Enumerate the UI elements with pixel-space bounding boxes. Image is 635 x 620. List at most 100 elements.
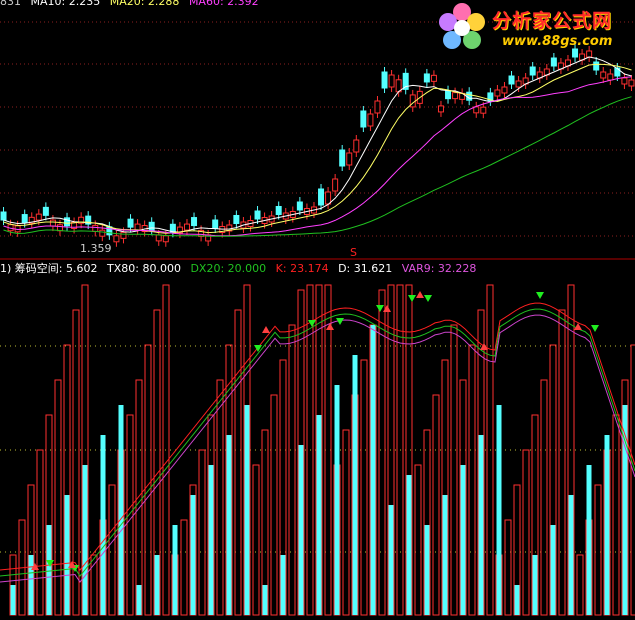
filled-bar [82,465,88,615]
candle-body [212,219,219,229]
candle-body [106,226,113,236]
outline-bar [288,324,296,616]
candle-body [92,224,99,232]
price-pane [0,21,635,260]
filled-bar [424,525,430,615]
filled-bar [460,465,466,615]
filled-bar [262,585,268,615]
site-logo[interactable]: 分析家公式网 www.88gs.com [432,0,635,56]
candle-body [550,57,557,67]
candle-body [49,219,56,227]
filled-bar [298,445,304,615]
flower-icon [439,3,485,49]
filled-bar [136,585,142,615]
filled-bar [28,555,34,615]
candle-body [515,80,522,88]
candle-body [607,73,614,81]
candle-body [113,235,120,243]
ma120-line [3,96,632,237]
logo-title: 分析家公式网 [492,10,613,32]
down-arrow-icon [536,292,544,299]
filled-bar [172,525,178,615]
candle-body [127,218,134,228]
candle-body [275,206,282,215]
candle-body [388,74,395,88]
outline-bar [198,449,206,616]
down-arrow-icon [424,295,432,302]
candle-body [508,75,515,85]
filled-bar [406,475,412,615]
filled-bar [586,465,592,615]
outline-bar [342,429,350,616]
candle-body [628,79,635,87]
filled-bar [280,555,286,615]
candle-body [346,152,353,166]
filled-bar [550,525,556,615]
outline-bar [432,394,440,616]
candle-body [191,217,198,227]
up-arrow-icon [326,323,334,330]
var9-label: VAR9: 32.228 [401,262,477,275]
filled-bar [100,435,106,615]
ma60-label: MA60: 2.392 [188,0,259,8]
candle-body [501,86,508,94]
filled-bar [316,415,322,615]
filled-bar [352,355,358,615]
filled-bar [118,405,124,615]
price-low-annotation: 1.359 [80,242,112,255]
outline-bar [450,324,458,616]
filled-bar [532,555,538,615]
indicator-name: 筹码空间: 5.602 [14,262,98,275]
ma10-label: MA10: 2.235 [30,0,101,8]
filled-bar [370,325,376,615]
outline-bar [576,554,584,616]
candle-body [430,74,437,82]
candle-body [466,91,473,101]
price-legend: 831 MA10: 2.235 MA20: 2.288 MA60: 2.392 [0,0,259,8]
up-arrow-icon [262,326,270,333]
down-arrow-icon [591,325,599,332]
candle-body [148,221,155,231]
filled-bar [64,495,70,615]
outline-bar [234,309,242,616]
filled-bar [496,405,502,615]
filled-bar [604,435,610,615]
logo-url: www.88gs.com [502,34,613,49]
candle-body [296,201,303,211]
outline-bar [180,519,188,616]
outline-bar [612,414,620,616]
candle-body [339,149,346,167]
filled-bar [478,435,484,615]
chart-stage[interactable] [0,0,635,620]
filled-bar [208,465,214,615]
candle-body [64,217,71,227]
candle-body [120,231,127,239]
candle-body [445,90,452,100]
candle-body [162,235,169,243]
outline-bar [54,379,62,616]
candle-body [367,113,374,127]
filled-bar [244,405,250,615]
candle-body [134,223,141,231]
outline-bar [594,484,602,616]
candle-body [621,77,628,85]
candle-body [99,229,106,237]
outline-bar [135,379,143,616]
outline-bar [414,464,422,616]
up-arrow-icon [383,305,391,312]
outline-bar [270,394,278,616]
ma20-line [3,63,632,234]
indicator-prefix: 1) [0,262,12,275]
outline-bar [108,484,116,616]
outline-bar [504,519,512,616]
outline-bar [144,344,152,616]
filled-bar [46,525,52,615]
down-arrow-icon [408,295,416,302]
outline-bar [522,449,530,616]
candle-body [360,110,367,128]
candle-body [233,215,240,224]
outline-bar [252,464,260,616]
candle-body [56,224,63,232]
stock-code: 831 [0,0,21,8]
indicator-pane [0,284,635,616]
